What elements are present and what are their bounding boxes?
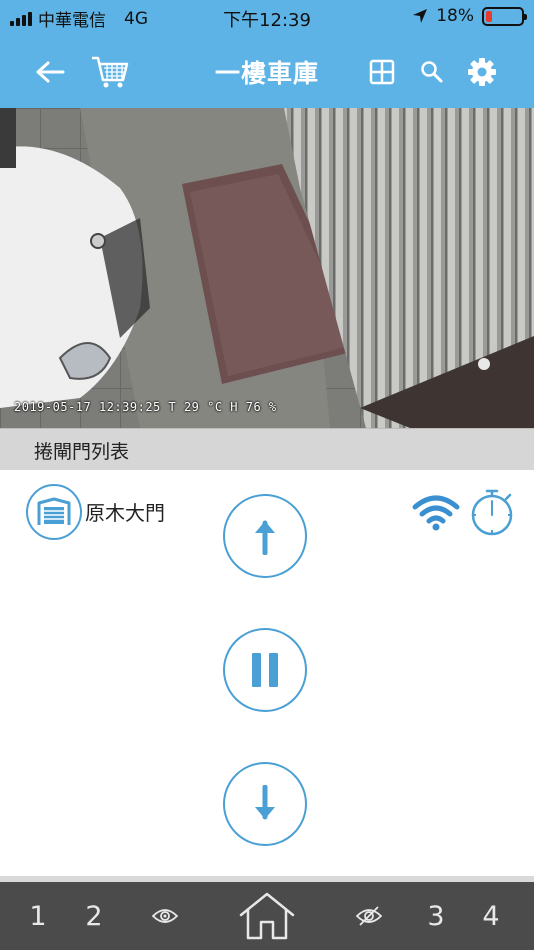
grid-view-button[interactable] — [360, 50, 404, 94]
back-arrow-icon — [36, 61, 65, 83]
door-select-button[interactable] — [26, 484, 82, 540]
eye-off-icon — [356, 906, 382, 926]
camera-timestamp-overlay: 2019-05-17 12:39:25 T 29 °C H 76 % — [14, 400, 277, 414]
status-right: 18% — [412, 6, 527, 26]
section-header: 捲閘門列表 — [0, 428, 534, 470]
door-pause-button[interactable] — [223, 628, 307, 712]
camera-image — [0, 108, 534, 428]
back-button[interactable] — [28, 50, 72, 94]
hide-button[interactable] — [346, 882, 392, 950]
battery-percent: 18% — [436, 6, 474, 26]
search-icon — [421, 61, 443, 83]
settings-button[interactable] — [460, 50, 504, 94]
up-arrow-icon — [255, 520, 275, 555]
battery-fill — [486, 10, 493, 22]
timer-icon[interactable] — [470, 488, 518, 538]
grid-icon — [369, 59, 395, 85]
eye-icon — [152, 909, 178, 923]
garage-door-icon — [37, 497, 71, 525]
pause-icon — [252, 653, 278, 687]
gear-icon — [468, 58, 496, 86]
cart-icon — [92, 56, 129, 88]
door-name: 原木大門 — [85, 501, 165, 525]
tab-2[interactable]: 2 — [74, 882, 114, 950]
home-button[interactable] — [232, 882, 302, 950]
section-title: 捲閘門列表 — [34, 441, 130, 463]
page-title: 一樓車庫 — [214, 59, 319, 88]
bottom-nav: 1 2 3 4 — [0, 882, 534, 950]
cart-button[interactable] — [88, 50, 132, 94]
down-arrow-icon — [255, 785, 275, 820]
battery-icon — [482, 6, 527, 26]
door-down-button[interactable] — [223, 762, 307, 846]
door-up-button[interactable] — [223, 494, 307, 578]
tab-1[interactable]: 1 — [18, 882, 58, 950]
wifi-icon — [412, 495, 460, 531]
tab-3[interactable]: 3 — [416, 882, 456, 950]
show-button[interactable] — [142, 882, 188, 950]
camera-feed[interactable]: 2019-05-17 12:39:25 T 29 °C H 76 % — [0, 108, 534, 428]
nav-bar: 一樓車庫 — [0, 36, 534, 108]
tab-4[interactable]: 4 — [471, 882, 511, 950]
location-arrow-icon — [413, 9, 428, 23]
status-bar: 中華電信 4G 下午12:39 18% — [0, 0, 534, 36]
search-button[interactable] — [410, 50, 454, 94]
home-icon — [239, 892, 295, 940]
